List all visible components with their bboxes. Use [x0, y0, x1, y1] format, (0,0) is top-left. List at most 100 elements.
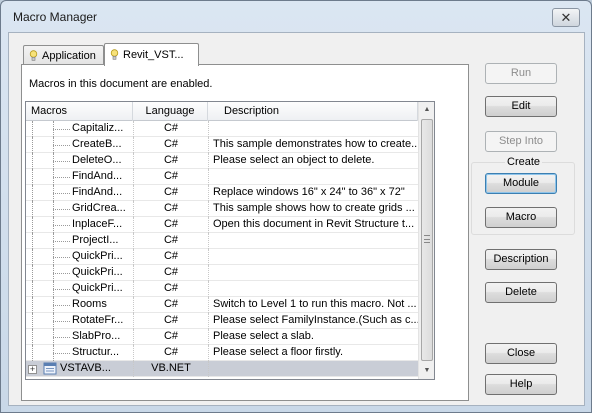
macro-name: QuickPri...: [72, 282, 123, 294]
macro-name: Capitaliz...: [72, 122, 124, 134]
grid-header: Macros Language Description: [26, 102, 418, 121]
description-cell: [208, 265, 418, 281]
language-cell: C#: [133, 233, 208, 249]
step-into-button[interactable]: Step Into: [485, 131, 557, 152]
expand-plus-icon[interactable]: +: [28, 365, 37, 374]
help-button[interactable]: Help: [485, 374, 557, 395]
macro-name-cell: QuickPri...: [26, 281, 133, 297]
title-bar[interactable]: Macro Manager ✕: [1, 1, 591, 33]
scroll-up-arrow-icon[interactable]: ▲: [419, 102, 434, 118]
module-name-cell: + VSTAVB...: [26, 361, 133, 377]
tab-revit-document[interactable]: Revit_VST...: [104, 43, 199, 66]
description-cell: [208, 281, 418, 297]
language-cell: C#: [133, 345, 208, 361]
macro-name: QuickPri...: [72, 250, 123, 262]
macro-name: Structur...: [72, 346, 120, 358]
macro-name: ProjectI...: [72, 234, 119, 246]
language-cell: C#: [133, 217, 208, 233]
lightbulb-icon: [29, 49, 38, 61]
description-cell: [208, 249, 418, 265]
column-header-language[interactable]: Language: [133, 102, 208, 121]
module-row[interactable]: + VSTAVB... VB.NET: [26, 361, 418, 377]
language-cell: C#: [133, 313, 208, 329]
table-row[interactable]: FindAnd... C#: [26, 169, 418, 185]
language-cell: C#: [133, 121, 208, 137]
description-cell: Please select an object to delete.: [208, 153, 418, 169]
language-cell: C#: [133, 137, 208, 153]
table-row[interactable]: CreateB... C# This sample demonstrates how…: [26, 137, 418, 153]
table-row[interactable]: ProjectI... C#: [26, 233, 418, 249]
macro-name: FindAnd...: [72, 170, 123, 182]
macros-enabled-message: Macros in this document are enabled.: [29, 78, 213, 90]
table-row[interactable]: Structur... C# Please select a floor first…: [26, 345, 418, 361]
description-cell: This sample demonstrates how to create..…: [208, 137, 418, 153]
window-title: Macro Manager: [13, 10, 98, 24]
language-cell: C#: [133, 265, 208, 281]
table-row[interactable]: QuickPri... C#: [26, 281, 418, 297]
macro-name-cell: CreateB...: [26, 137, 133, 153]
macro-name-cell: DeleteO...: [26, 153, 133, 169]
language-cell: C#: [133, 249, 208, 265]
macro-name: Rooms: [72, 298, 107, 310]
macros-grid[interactable]: Macros Language Description Capitaliz...…: [25, 101, 435, 380]
macro-name: RotateFr...: [72, 314, 124, 326]
description-cell: [208, 169, 418, 185]
table-row[interactable]: DeleteO... C# Please select an object to d…: [26, 153, 418, 169]
language-cell: C#: [133, 185, 208, 201]
macro-name-cell: ProjectI...: [26, 233, 133, 249]
table-row[interactable]: InplaceF... C# Open this document in Revit…: [26, 217, 418, 233]
scrollbar-thumb[interactable]: [421, 119, 433, 361]
macro-name-cell: Structur...: [26, 345, 133, 361]
macro-name-cell: QuickPri...: [26, 265, 133, 281]
language-cell: C#: [133, 201, 208, 217]
macro-name-cell: FindAnd...: [26, 169, 133, 185]
table-row[interactable]: Rooms C# Switch to Level 1 to run this mac…: [26, 297, 418, 313]
macro-name: SlabPro...: [72, 330, 121, 342]
table-row[interactable]: SlabPro... C# Please select a slab.: [26, 329, 418, 345]
column-header-description[interactable]: Description: [208, 102, 418, 121]
macro-name-cell: GridCrea...: [26, 201, 133, 217]
close-button[interactable]: Close: [485, 343, 557, 364]
table-row[interactable]: FindAnd... C# Replace windows 16" x 24" to…: [26, 185, 418, 201]
tab-revit-document-label: Revit_VST...: [123, 49, 184, 61]
edit-button[interactable]: Edit: [485, 96, 557, 117]
create-module-button[interactable]: Module: [485, 173, 557, 194]
table-row[interactable]: QuickPri... C#: [26, 249, 418, 265]
macro-name: QuickPri...: [72, 266, 123, 278]
column-header-macros[interactable]: Macros: [26, 102, 133, 121]
description-cell: [208, 233, 418, 249]
macro-name-cell: SlabPro...: [26, 329, 133, 345]
run-button[interactable]: Run: [485, 63, 557, 84]
table-row[interactable]: RotateFr... C# Please select FamilyInstanc…: [26, 313, 418, 329]
description-cell: This sample shows how to create grids ..…: [208, 201, 418, 217]
table-row[interactable]: Capitaliz... C#: [26, 121, 418, 137]
description-cell: Open this document in Revit Structure t.…: [208, 217, 418, 233]
close-icon: ✕: [560, 9, 572, 25]
vb-module-icon: [43, 362, 57, 375]
language-cell: C#: [133, 329, 208, 345]
tab-application[interactable]: Application: [23, 45, 104, 65]
macro-name-cell: FindAnd...: [26, 185, 133, 201]
module-name: VSTAVB...: [60, 362, 111, 374]
macro-name-cell: RotateFr...: [26, 313, 133, 329]
description-cell: Please select a floor firstly.: [208, 345, 418, 361]
description-cell: Replace windows 16" x 24" to 36" x 72": [208, 185, 418, 201]
vertical-scrollbar[interactable]: ▲ ▼: [418, 102, 434, 379]
close-window-button[interactable]: ✕: [552, 8, 580, 27]
table-row[interactable]: QuickPri... C#: [26, 265, 418, 281]
macro-name: DeleteO...: [72, 154, 122, 166]
language-cell: C#: [133, 153, 208, 169]
language-cell: C#: [133, 281, 208, 297]
module-language-cell: VB.NET: [133, 361, 208, 377]
macro-name: GridCrea...: [72, 202, 126, 214]
description-button[interactable]: Description: [485, 249, 557, 270]
table-row[interactable]: GridCrea... C# This sample shows how to cr…: [26, 201, 418, 217]
macro-name-cell: Rooms: [26, 297, 133, 313]
macro-name-cell: QuickPri...: [26, 249, 133, 265]
create-macro-button[interactable]: Macro: [485, 207, 557, 228]
language-cell: C#: [133, 169, 208, 185]
scroll-down-arrow-icon[interactable]: ▼: [419, 363, 434, 379]
macro-name: FindAnd...: [72, 186, 123, 198]
description-cell: [208, 121, 418, 137]
delete-button[interactable]: Delete: [485, 282, 557, 303]
